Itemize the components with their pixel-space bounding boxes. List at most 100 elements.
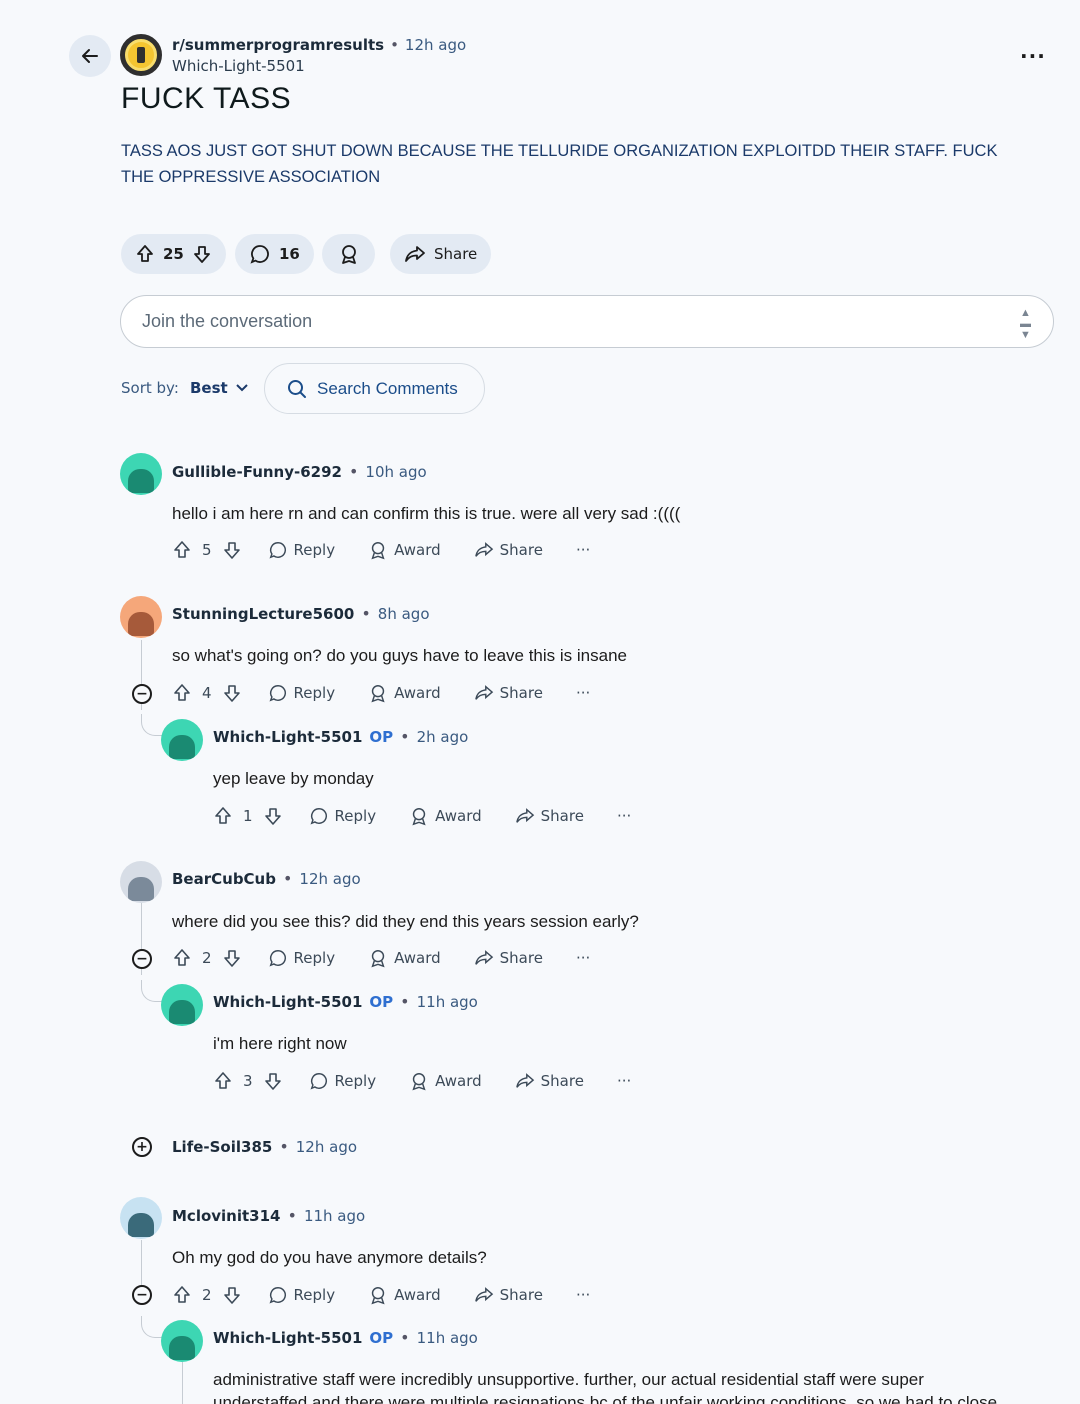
award-icon xyxy=(412,808,426,826)
post-body: TASS AOS JUST GOT SHUT DOWN BECAUSE THE … xyxy=(121,142,998,186)
post-share-label: Share xyxy=(434,245,478,263)
avatar[interactable] xyxy=(161,984,203,1026)
award-button[interactable]: Award xyxy=(368,683,441,703)
share-icon xyxy=(404,244,426,264)
vote-count: 3 xyxy=(243,1072,253,1090)
award-icon xyxy=(371,950,385,968)
share-button[interactable]: Share xyxy=(515,1072,584,1090)
award-icon xyxy=(371,685,385,703)
downvote-icon[interactable] xyxy=(222,948,242,968)
more-options-icon[interactable]: ··· xyxy=(576,541,590,559)
comment-composer[interactable]: Join the conversation ▲ ▬ ▼ xyxy=(120,295,1054,348)
comment-time: 11h ago xyxy=(303,1207,366,1225)
downvote-icon[interactable] xyxy=(222,540,242,560)
vote-count: 4 xyxy=(202,684,212,702)
share-button[interactable]: Share xyxy=(474,949,543,967)
upvote-icon[interactable] xyxy=(172,683,192,703)
more-options-icon[interactable]: ··· xyxy=(576,1286,590,1304)
subreddit-avatar[interactable] xyxy=(120,34,162,76)
post-share-button[interactable]: Share xyxy=(390,234,492,274)
upvote-icon[interactable] xyxy=(172,948,192,968)
avatar[interactable] xyxy=(120,453,162,495)
sort-dropdown[interactable]: Best xyxy=(190,379,248,397)
comment-actions: 4 Reply Award Share ··· xyxy=(172,683,590,703)
avatar[interactable] xyxy=(120,861,162,903)
upvote-icon[interactable] xyxy=(135,244,155,264)
vote-count: 1 xyxy=(243,807,253,825)
comment-author[interactable]: Mclovinit314 xyxy=(172,1207,281,1225)
post-vote-pill: 25 xyxy=(121,234,226,274)
upvote-icon[interactable] xyxy=(213,1071,233,1091)
comment-author[interactable]: Which-Light-5501 xyxy=(213,728,362,746)
more-options-icon[interactable]: ··· xyxy=(617,1072,631,1090)
avatar[interactable] xyxy=(161,719,203,761)
comment-author[interactable]: StunningLecture5600 xyxy=(172,605,354,623)
reply-button[interactable]: Reply xyxy=(309,806,376,826)
expand-thread-icon[interactable]: + xyxy=(132,1137,152,1157)
comment-text: Oh my god do you have anymore details? xyxy=(172,1248,487,1267)
collapse-thread-icon[interactable]: − xyxy=(132,1285,152,1305)
downvote-icon[interactable] xyxy=(263,1071,283,1091)
downvote-icon[interactable] xyxy=(222,1285,242,1305)
collapse-thread-icon[interactable]: − xyxy=(132,949,152,969)
op-badge: OP xyxy=(369,1329,394,1347)
share-icon xyxy=(515,1073,534,1088)
post-author[interactable]: Which-Light-5501 xyxy=(172,57,305,75)
comment-icon xyxy=(249,243,271,265)
downvote-icon[interactable] xyxy=(222,683,242,703)
comment-author[interactable]: BearCubCub xyxy=(172,870,276,888)
downvote-icon[interactable] xyxy=(192,244,212,264)
award-button[interactable]: Award xyxy=(409,1071,482,1091)
award-button[interactable]: Award xyxy=(409,806,482,826)
more-options-icon[interactable]: ··· xyxy=(576,684,590,702)
search-comments-button[interactable]: Search Comments xyxy=(264,363,485,414)
upvote-icon[interactable] xyxy=(172,540,192,560)
comment-author[interactable]: Gullible-Funny-6292 xyxy=(172,463,342,481)
share-button[interactable]: Share xyxy=(515,807,584,825)
avatar[interactable] xyxy=(161,1320,203,1362)
reply-button[interactable]: Reply xyxy=(268,948,335,968)
comment-actions: 1 Reply Award Share ··· xyxy=(213,806,631,826)
comment-author[interactable]: Which-Light-5501 xyxy=(213,1329,362,1347)
share-button[interactable]: Share xyxy=(474,684,543,702)
upvote-icon[interactable] xyxy=(213,806,233,826)
award-button[interactable]: Award xyxy=(368,1285,441,1305)
sort-value: Best xyxy=(190,379,228,397)
comment-icon xyxy=(269,949,286,967)
comment-actions: 2 Reply Award Share ··· xyxy=(172,1285,590,1305)
comment-time: 2h ago xyxy=(416,728,469,746)
comment-time: 8h ago xyxy=(377,605,430,623)
post-comments-button[interactable]: 16 xyxy=(235,234,314,274)
award-button[interactable]: Award xyxy=(368,540,441,560)
comment-text: where did you see this? did they end thi… xyxy=(172,912,639,931)
subreddit-name[interactable]: r/summerprogramresults xyxy=(172,36,384,54)
vote-count: 2 xyxy=(202,949,212,967)
collapse-thread-icon[interactable]: − xyxy=(132,684,152,704)
comment-author[interactable]: Which-Light-5501 xyxy=(213,993,362,1011)
downvote-icon[interactable] xyxy=(263,806,283,826)
expand-icon[interactable]: ▲ ▬ ▼ xyxy=(1020,308,1031,341)
op-badge: OP xyxy=(369,993,394,1011)
collapsed-comment[interactable]: Life-Soil385 • 12h ago xyxy=(172,1137,357,1156)
reply-button[interactable]: Reply xyxy=(268,1285,335,1305)
post-award-button[interactable] xyxy=(322,234,375,274)
comment-author[interactable]: Life-Soil385 xyxy=(172,1138,272,1156)
more-options-icon[interactable]: ··· xyxy=(576,949,590,967)
share-button[interactable]: Share xyxy=(474,1286,543,1304)
reply-button[interactable]: Reply xyxy=(268,683,335,703)
comment-icon xyxy=(269,1286,286,1304)
share-icon xyxy=(474,685,493,700)
avatar[interactable] xyxy=(120,1197,162,1239)
back-button[interactable] xyxy=(69,35,111,77)
avatar[interactable] xyxy=(120,596,162,638)
more-options-icon[interactable]: ··· xyxy=(617,807,631,825)
composer-placeholder: Join the conversation xyxy=(142,311,313,331)
upvote-icon[interactable] xyxy=(172,1285,192,1305)
award-button[interactable]: Award xyxy=(368,948,441,968)
share-button[interactable]: Share xyxy=(474,541,543,559)
reply-button[interactable]: Reply xyxy=(309,1071,376,1091)
comment-icon xyxy=(269,541,286,559)
more-options-icon[interactable]: ··· xyxy=(1020,44,1046,68)
comment-time: 12h ago xyxy=(299,870,361,888)
reply-button[interactable]: Reply xyxy=(268,540,335,560)
